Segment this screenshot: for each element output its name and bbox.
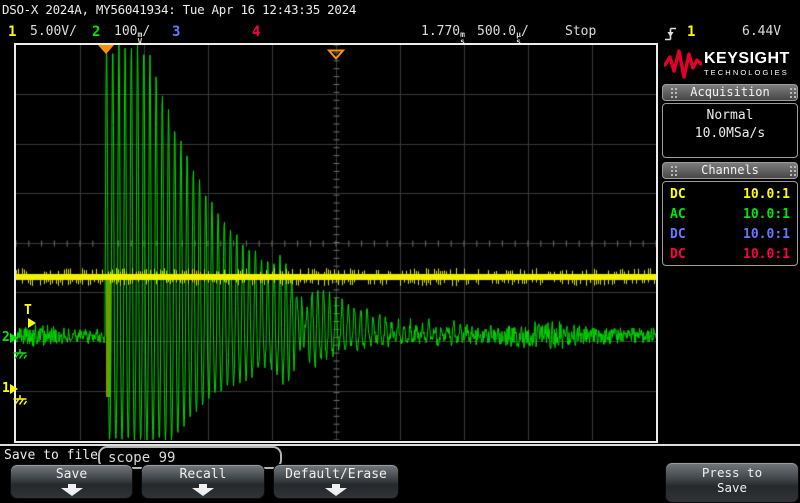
ch2-ground-icon [12,345,28,364]
sample-rate: 10.0MSa/s [663,126,797,141]
ch2-scale[interactable]: 100mV/ [114,24,150,45]
ch3-status-number[interactable]: 3 [172,24,180,40]
acquisition-mode: Normal [663,108,797,123]
trigger-source[interactable]: 1 [687,24,695,40]
ch1-position-label: 1 [2,382,10,395]
oscilloscope-screen: DSO-X 2024A, MY56041934: Tue Apr 16 12:4… [0,0,800,503]
time-reference-marker[interactable] [327,45,345,64]
ch4-coupling-row: DC 10.0:1 [663,245,797,265]
ch2-coupling-row: AC 10.0:1 [663,205,797,225]
ch4-status-number[interactable]: 4 [252,24,260,40]
ch1-coupling-row: DC 10.0:1 [663,185,797,205]
ch3-coupling: DC [670,225,686,245]
save-softkey[interactable]: Save [10,464,133,499]
ch3-coupling-row: DC 10.0:1 [663,225,797,245]
trigger-time-marker[interactable] [98,45,114,54]
down-arrow-icon [57,484,87,496]
grip-icon [667,88,674,99]
grip-icon [786,166,793,177]
ch1-status-number[interactable]: 1 [8,24,16,40]
edge-trigger-icon [664,26,677,46]
down-arrow-icon [321,484,351,496]
brand-subtitle: TECHNOLOGIES [704,68,789,77]
timebase-suffix: / [521,24,529,39]
ch2-position-marker[interactable] [10,333,18,343]
press-to-save-line2: Save [666,480,798,495]
recall-softkey[interactable]: Recall [141,464,265,499]
press-to-save-softkey[interactable]: Press to Save [665,462,799,503]
instrument-title: DSO-X 2024A, MY56041934: Tue Apr 16 12:4… [2,2,356,17]
ch1-ground-icon [12,391,28,410]
grip-icon [786,88,793,99]
default-erase-softkey-label: Default/Erase [274,467,398,482]
waveform-display [16,45,656,440]
ch4-coupling: DC [670,245,686,265]
delay-value: 1.770 [421,24,460,39]
run-state[interactable]: Stop [565,24,596,39]
ch1-probe-ratio: 10.0:1 [743,185,790,205]
default-erase-softkey[interactable]: Default/Erase [273,464,399,499]
press-to-save-line1: Press to [666,465,798,480]
acquisition-panel-body: Normal 10.0MSa/s [662,103,798,158]
recall-softkey-label: Recall [142,467,264,482]
brand-name: KEYSIGHT [704,50,790,67]
ch2-status-number[interactable]: 2 [92,24,100,40]
ch4-probe-ratio: 10.0:1 [743,245,790,265]
trigger-level[interactable]: 6.44V [742,24,781,39]
ch2-scale-value: 100 [114,24,137,39]
save-softkey-label: Save [11,467,132,482]
acquisition-title: Acquisition [690,85,769,99]
trigger-level-label: T [24,304,32,317]
channels-title: Channels [701,163,759,177]
ch2-coupling: AC [670,205,686,225]
ch2-position-label: 2 [2,331,10,344]
keysight-spark-icon [664,49,702,83]
trigger-level-marker[interactable] [28,318,36,328]
channels-panel-header[interactable]: Channels [662,162,798,179]
timebase-readout[interactable]: 500.0µs/ [477,24,529,45]
grip-icon [667,166,674,177]
acquisition-panel-header[interactable]: Acquisition [662,84,798,101]
timebase-value: 500.0 [477,24,516,39]
delay-readout[interactable]: 1.770ms [421,24,465,45]
ch3-probe-ratio: 10.0:1 [743,225,790,245]
ch1-scale[interactable]: 5.00V/ [30,24,77,39]
ch1-coupling: DC [670,185,686,205]
channels-panel-body: DC 10.0:1 AC 10.0:1 DC 10.0:1 DC 10.0:1 [662,181,798,266]
ch2-probe-ratio: 10.0:1 [743,205,790,225]
ch2-scale-suffix: / [142,24,150,39]
down-arrow-icon [188,484,218,496]
